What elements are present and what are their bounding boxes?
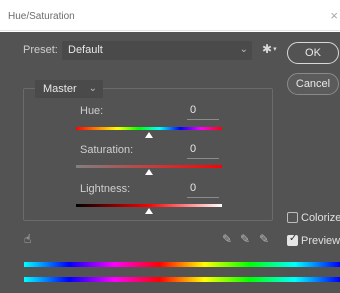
hue-slider-thumb[interactable] <box>145 132 153 138</box>
saturation-value-field[interactable]: 0 <box>187 143 219 159</box>
chevron-down-icon: ⌄ <box>239 44 248 55</box>
channel-value: Master <box>43 83 77 95</box>
close-icon[interactable]: × <box>330 8 338 23</box>
hue-saturation-dialog: Preset: Default ⌄ ✱▾ OK Cancel Master ⌄ … <box>0 32 340 293</box>
output-spectrum-bar <box>24 277 340 282</box>
ok-button[interactable]: OK <box>287 42 339 64</box>
preset-value: Default <box>68 44 103 56</box>
preview-label: Preview <box>301 235 340 247</box>
lightness-value-field[interactable]: 0 <box>187 182 219 198</box>
lightness-label: Lightness: <box>80 183 131 195</box>
saturation-slider-track[interactable] <box>76 165 222 168</box>
input-spectrum-bar <box>24 262 340 267</box>
lightness-slider-track[interactable] <box>76 204 222 207</box>
saturation-slider-thumb[interactable] <box>145 169 153 175</box>
colorize-checkbox[interactable] <box>287 212 298 223</box>
chevron-down-icon: ⌄ <box>88 83 97 94</box>
channel-dropdown[interactable]: Master ⌄ <box>35 80 103 98</box>
window-title: Hue/Saturation <box>8 11 75 22</box>
hue-slider-track[interactable] <box>76 127 222 130</box>
hue-value-field[interactable]: 0 <box>187 104 219 120</box>
eyedropper-plus-icon[interactable]: ✎ <box>240 232 250 246</box>
hue-label: Hue: <box>80 105 104 117</box>
eyedropper-icon[interactable]: ✎ <box>222 232 232 246</box>
preview-checkbox[interactable] <box>287 233 298 246</box>
adjustment-panel <box>23 88 273 221</box>
saturation-label: Saturation: <box>80 144 134 156</box>
lightness-slider-thumb[interactable] <box>145 208 153 214</box>
preset-dropdown[interactable]: Default ⌄ <box>62 41 252 60</box>
hand-adjust-icon[interactable]: ☝ <box>24 232 31 246</box>
title-bar: Hue/Saturation × <box>0 0 340 31</box>
chevron-down-icon: ▾ <box>273 46 277 53</box>
eyedropper-minus-icon[interactable]: ✎ <box>259 232 269 246</box>
cancel-button[interactable]: Cancel <box>287 73 339 95</box>
gear-icon[interactable]: ✱▾ <box>262 42 277 56</box>
colorize-label: Colorize <box>301 212 340 224</box>
preset-label: Preset: <box>23 44 58 56</box>
